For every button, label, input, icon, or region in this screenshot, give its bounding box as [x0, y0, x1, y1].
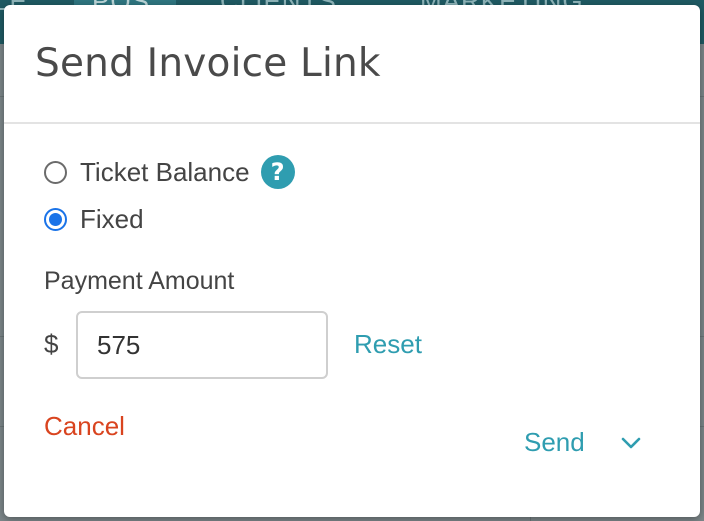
fixed-label[interactable]: Fixed: [80, 204, 144, 235]
ticket-balance-radio[interactable]: [44, 160, 67, 184]
send-button[interactable]: Send: [524, 427, 585, 458]
cancel-button[interactable]: Cancel: [44, 411, 125, 442]
reset-link[interactable]: Reset: [354, 329, 422, 360]
radio-selected-dot: [49, 212, 62, 226]
dialog-title: Send Invoice Link: [35, 41, 381, 86]
title-divider: [4, 122, 700, 124]
option-ticket-balance[interactable]: Ticket Balance ?: [44, 155, 295, 189]
fixed-radio[interactable]: [44, 207, 67, 231]
ticket-balance-label[interactable]: Ticket Balance: [80, 157, 250, 188]
question-mark-icon[interactable]: ?: [260, 155, 295, 189]
currency-symbol: $: [44, 329, 59, 359]
option-fixed[interactable]: Fixed: [44, 204, 144, 234]
chevron-down-icon[interactable]: [618, 433, 644, 453]
payment-amount-input[interactable]: [76, 311, 328, 379]
payment-amount-label: Payment Amount: [44, 267, 235, 295]
send-invoice-link-dialog: Send Invoice Link Ticket Balance ? Fixed…: [4, 5, 700, 517]
